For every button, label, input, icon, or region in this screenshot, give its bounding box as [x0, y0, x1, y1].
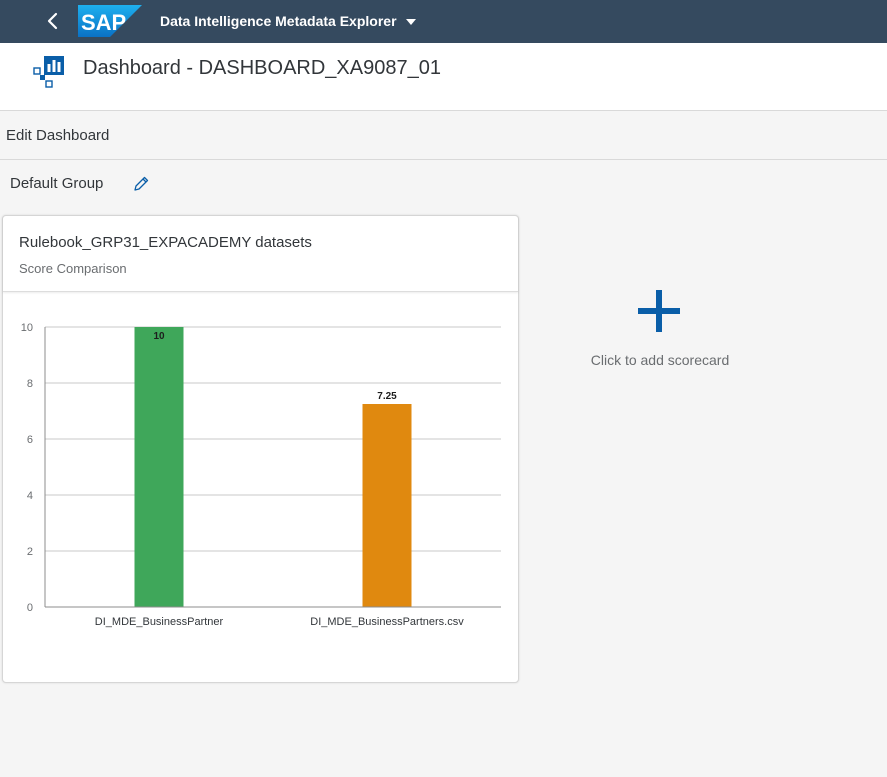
group-name: Default Group — [10, 175, 104, 192]
page-header: Dashboard - DASHBOARD_XA9087_01 — [0, 43, 887, 111]
edit-toolbar: Edit Dashboard — [0, 111, 887, 160]
caret-down-icon[interactable] — [405, 17, 417, 27]
app-title[interactable]: Data Intelligence Metadata Explorer — [160, 13, 397, 29]
scorecard-header: Rulebook_GRP31_EXPACADEMY datasets Score… — [3, 216, 518, 292]
y-tick-label: 8 — [27, 378, 33, 390]
data-label: 7.25 — [377, 391, 397, 402]
add-scorecard-button[interactable]: Click to add scorecard — [560, 280, 760, 380]
sap-logo[interactable]: SAP — [78, 5, 142, 37]
bar — [362, 404, 412, 607]
x-category-label: DI_MDE_BusinessPartner — [95, 616, 224, 628]
y-tick-label: 2 — [27, 546, 33, 558]
sap-logo-text: SAP — [81, 10, 126, 35]
pencil-icon[interactable] — [132, 175, 150, 193]
score-bar-chart: 0 2 4 6 8 10 10 DI_MDE_BusinessPartner 7.25 DI_MD… — [21, 322, 501, 628]
scorecard-title: Rulebook_GRP31_EXPACADEMY datasets — [19, 234, 312, 251]
bar — [134, 327, 184, 607]
y-tick-label: 10 — [21, 322, 33, 334]
page-title: Dashboard - DASHBOARD_XA9087_01 — [83, 57, 441, 79]
add-scorecard-label: Click to add scorecard — [590, 352, 730, 368]
data-label: 10 — [153, 331, 165, 342]
scorecard[interactable]: Rulebook_GRP31_EXPACADEMY datasets Score… — [2, 215, 519, 683]
dashboard-icon — [33, 56, 64, 88]
plus-icon[interactable] — [636, 288, 682, 334]
y-tick-label: 6 — [27, 434, 33, 446]
scorecard-subtitle: Score Comparison — [19, 261, 127, 276]
shell-bar: SAP Data Intelligence Metadata Explorer — [0, 0, 887, 43]
y-tick-label: 4 — [27, 490, 33, 502]
y-tick-label: 0 — [27, 602, 33, 614]
x-category-label: DI_MDE_BusinessPartners.csv — [310, 616, 464, 628]
edit-dashboard-button[interactable]: Edit Dashboard — [6, 127, 109, 144]
back-arrow-icon[interactable] — [42, 10, 64, 32]
